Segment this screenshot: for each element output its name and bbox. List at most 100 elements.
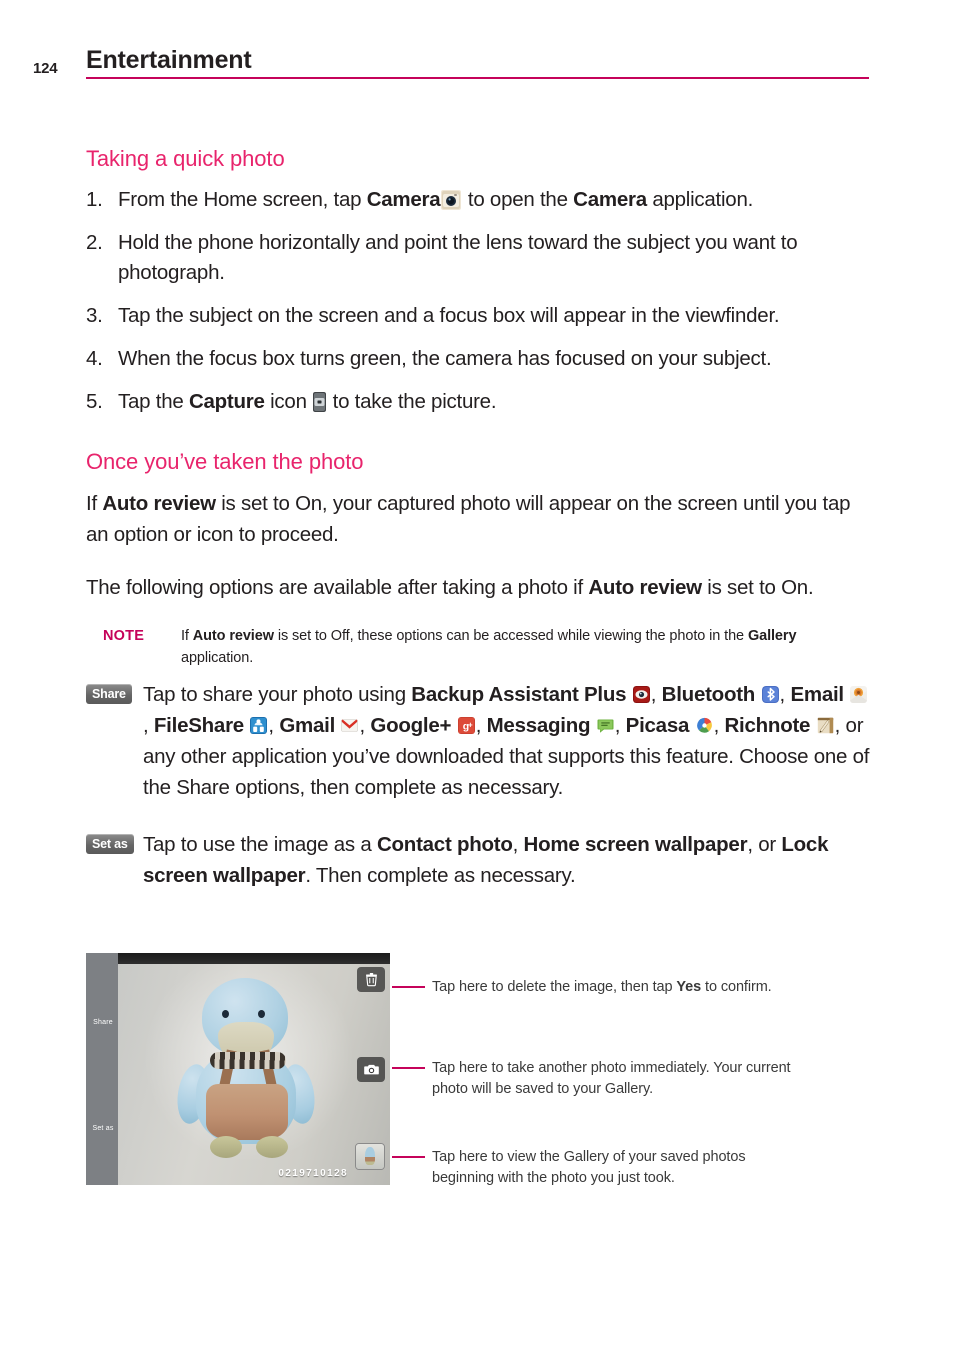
section-heading-taking-quick-photo: Taking a quick photo (86, 146, 285, 171)
plush-duck-subject (118, 964, 390, 1185)
fileshare-icon (250, 717, 268, 734)
setas-text-intro: Tap to use the image as a (143, 833, 377, 856)
share-sep-8: , (713, 714, 725, 737)
step-number: 3. (86, 304, 103, 327)
figure-auto-review-screen: Share Set as 0219710128 Tap here to dele… (86, 953, 872, 1186)
share-sep-2: , (779, 683, 791, 706)
app-label-picasa: Picasa (625, 714, 690, 737)
callout-leader-line (392, 1067, 425, 1069)
set-as-badge[interactable]: Set as (86, 834, 134, 854)
step-text-mid: to open the (462, 188, 574, 211)
step-text-pre: Tap the (118, 390, 189, 413)
note-bold-gallery: Gallery (747, 628, 797, 644)
step-text: When the focus box turns green, the came… (118, 347, 772, 370)
richnote-icon (817, 717, 834, 734)
list-item: 4. When the focus box turns green, the ca… (86, 344, 872, 374)
setas-sep-1: , (512, 833, 524, 856)
setas-bold-home-wallpaper: Home screen wallpaper (523, 833, 748, 856)
callout-leader-line (392, 986, 425, 988)
screenshot-delete-button[interactable] (357, 967, 385, 992)
steps-list: 1. From the Home screen, tap Camera to op… (86, 185, 872, 417)
email-icon (850, 686, 868, 703)
photo-timestamp-stamp: 0219710128 (278, 1168, 348, 1179)
page-header: 124 Entertainment (0, 46, 954, 92)
callout-text-b: to confirm. (701, 979, 772, 995)
step-bold-camera: Camera (366, 188, 441, 211)
app-label-fileshare: FileShare (153, 714, 244, 737)
step-number: 1. (86, 188, 103, 211)
setas-option-paragraph: Set as Tap to use the image as a Contact … (86, 829, 872, 891)
messaging-icon (597, 717, 614, 734)
share-sep-4: , (268, 714, 280, 737)
page-title: Entertainment (86, 46, 252, 74)
share-badge[interactable]: Share (86, 684, 132, 704)
share-sep-5: , (359, 714, 371, 737)
callout-text: Tap here to delete the image, then tap Y… (432, 977, 772, 998)
app-label-messaging: Messaging (486, 714, 591, 737)
callout-bold-yes: Yes (676, 979, 702, 995)
para-bold-auto-review: Auto review (102, 492, 216, 515)
callout-text: Tap here to take another photo immediate… (432, 1060, 791, 1097)
para-text-a: If (86, 492, 103, 515)
gmail-icon (341, 717, 359, 734)
note-text-c: application. (181, 650, 254, 666)
list-item: 2. Hold the phone horizontally and point … (86, 228, 872, 288)
section-heading-once-taken: Once you’ve taken the photo (86, 449, 364, 474)
note-text-a: If (181, 628, 193, 644)
svg-text:+: + (468, 720, 473, 729)
picasa-icon (696, 717, 713, 734)
google-plus-icon: g + (457, 717, 475, 734)
note-text-b: is set to Off, these options can be acce… (273, 628, 748, 644)
list-item: 3. Tap the subject on the screen and a fo… (86, 301, 872, 331)
callout-leader-line (392, 1156, 425, 1158)
setas-sep-2: , or (747, 833, 782, 856)
share-option-paragraph: Share Tap to share your photo using Backu… (86, 679, 872, 803)
backup-assistant-plus-icon (632, 686, 650, 703)
gallery-thumbnail-icon (356, 1144, 384, 1169)
screenshot-setas-label[interactable]: Set as (89, 1125, 117, 1132)
trash-icon (364, 972, 379, 987)
step-bold-camera-2: Camera (573, 188, 647, 211)
app-label-google-plus: Google+ (370, 714, 452, 737)
step-text-pre: From the Home screen, tap (118, 188, 367, 211)
paragraph-auto-review-on: If Auto review is set to On, your captur… (86, 488, 872, 550)
note-label: NOTE (103, 628, 145, 644)
camera-icon (363, 1062, 379, 1077)
share-sep-3: , (143, 714, 154, 737)
setas-bold-contact-photo: Contact photo (376, 833, 513, 856)
share-sep-6: , (475, 714, 487, 737)
camera-app-icon (441, 190, 462, 210)
screenshot-camera-button[interactable] (357, 1057, 385, 1082)
app-label-backup-assistant-plus: Backup Assistant Plus (411, 683, 627, 706)
screenshot-gallery-button[interactable] (355, 1143, 385, 1170)
step-text-mid: icon (264, 390, 313, 413)
para-text-b: is set to On. (701, 576, 814, 599)
para-bold-auto-review: Auto review (588, 576, 702, 599)
step-text-post: application. (646, 188, 754, 211)
step-number: 5. (86, 390, 103, 413)
note-bold-auto-review: Auto review (192, 628, 274, 644)
app-label-gmail: Gmail (279, 714, 336, 737)
bluetooth-icon (761, 686, 779, 703)
note-box: NOTE If Auto review is set to Off, these … (103, 625, 872, 669)
page-number: 124 (33, 60, 58, 77)
share-text-intro: Tap to share your photo using (143, 683, 412, 706)
list-item: 5. Tap the Capture icon to take the pictu… (86, 387, 872, 417)
callout-text-a: Tap here to delete the image, then tap (432, 979, 677, 995)
header-rule (86, 77, 869, 79)
share-sep-1: , (650, 683, 662, 706)
share-sep-7: , (614, 714, 626, 737)
capture-icon (313, 392, 327, 412)
screenshot-photo-preview: 0219710128 (118, 964, 390, 1185)
app-label-bluetooth: Bluetooth (661, 683, 756, 706)
step-text: Hold the phone horizontally and point th… (118, 231, 798, 284)
step-text: Tap the subject on the screen and a focu… (118, 304, 780, 327)
step-number: 4. (86, 347, 103, 370)
para-text-a: The following options are available afte… (86, 576, 589, 599)
screenshot-left-toolbar: Share Set as (86, 953, 118, 1185)
screenshot-share-label[interactable]: Share (89, 1019, 117, 1026)
phone-screenshot: Share Set as 0219710128 (86, 953, 390, 1185)
screenshot-topbar (86, 953, 390, 964)
step-bold-capture: Capture (188, 390, 265, 413)
callout-text: Tap here to view the Gallery of your sav… (432, 1149, 746, 1186)
